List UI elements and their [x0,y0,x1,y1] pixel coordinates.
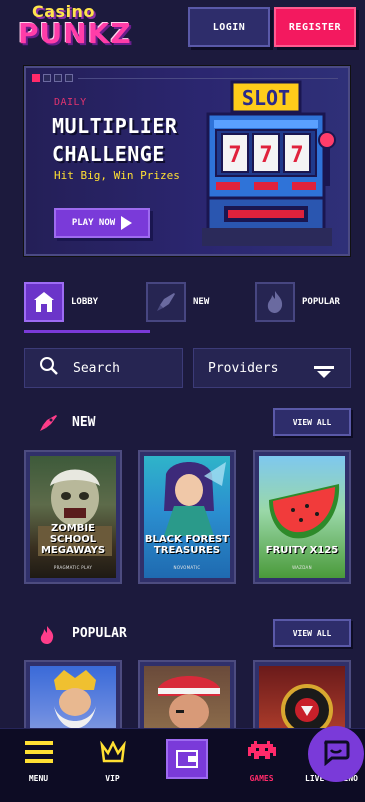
hamburger-menu-icon [24,741,53,767]
banner-title-line2: CHALLENGE [52,142,165,166]
new-view-all-button[interactable]: VIEW ALL [273,408,351,436]
nav-menu[interactable]: MENU [2,729,75,802]
fire-icon [255,282,295,322]
login-button[interactable]: LOGIN [188,7,270,47]
tab-new[interactable]: NEW [146,282,209,322]
slot-reel-1: 7 [228,143,241,168]
chat-icon [322,738,350,770]
nav-menu-label: MENU [28,774,49,783]
providers-label: Providers [208,360,279,376]
nav-games-label: GAMES [249,774,274,783]
rocket-icon [146,282,186,322]
tab-popular-label: POPULAR [302,297,340,307]
casino-punkz-logo[interactable]: Casino PUNKZ [18,2,131,52]
game-thumbnail: FRUITY X125 WAZDAN [259,456,345,578]
nav-vip-label: VIP [105,774,120,783]
nav-wallet[interactable] [150,729,223,802]
crown-icon [99,740,126,769]
tab-lobby[interactable]: LOBBY [24,282,98,322]
popular-view-all-button[interactable]: VIEW ALL [273,619,351,647]
banner-kicker: DAILY [54,97,87,108]
wallet-icon [165,739,208,783]
search-placeholder: Search [73,360,120,376]
search-icon [39,356,59,380]
search-input[interactable]: Search [24,348,183,388]
banner-title: MULTIPLIER CHALLENGE [52,112,177,168]
game-provider: NOVOMATIC [173,565,201,570]
game-title-line2: MEGAWAYS [40,545,106,556]
nav-games[interactable]: GAMES [225,729,298,802]
game-title: FRUITY X125 [259,545,345,556]
slot-reel-2: 7 [259,143,272,168]
new-section-header: NEW VIEW ALL [0,408,365,438]
play-now-button[interactable]: PLAY NOW [54,208,150,238]
register-button[interactable]: REGISTER [274,7,356,47]
game-title: ZOMBIE SCHOOL MEGAWAYS [30,523,116,556]
game-provider: PRAGMATIC PLAY [53,565,93,570]
game-card[interactable]: ZOMBIE SCHOOL MEGAWAYS PRAGMATIC PLAY [24,450,122,584]
carousel-dot-3[interactable] [54,74,62,82]
popular-section-header: POPULAR VIEW ALL [0,619,365,649]
game-card[interactable]: FRUITY X125 WAZDAN [253,450,351,584]
game-provider: WAZDAN [292,565,312,570]
game-title-line1: ZOMBIE SCHOOL [49,523,97,545]
game-card[interactable]: BLACK FOREST TREASURES NOVOMATIC [138,450,236,584]
tab-popular[interactable]: POPULAR [255,282,340,322]
tab-new-label: NEW [193,297,210,307]
rocket-icon [38,414,58,436]
carousel-dot-1[interactable] [32,74,40,82]
game-title-line1: BLACK FOREST [144,534,230,545]
filter-icon [314,363,334,382]
carousel-indicators [32,74,73,82]
game-title-line2: TREASURES [153,545,221,556]
live-chat-button[interactable] [308,726,364,782]
fire-icon [38,625,56,649]
game-title: BLACK FOREST TREASURES [144,534,230,556]
space-invader-icon [247,741,276,767]
banner-subtitle: Hit Big, Win Prizes [54,169,180,182]
game-thumbnail: ZOMBIE SCHOOL MEGAWAYS PRAGMATIC PLAY [30,456,116,578]
active-tab-indicator [24,330,150,333]
carousel-dot-2[interactable] [43,74,51,82]
slot-reel-3: 7 [290,143,303,168]
header: Casino PUNKZ LOGIN REGISTER [0,0,365,58]
slot-sign-text: SLOT [242,86,290,110]
slot-machine-illustration: SLOT 7 7 7 [202,78,342,250]
banner-title-line1: MULTIPLIER [52,114,178,138]
tab-lobby-label: LOBBY [71,297,99,307]
play-icon [121,216,133,230]
carousel-dot-4[interactable] [65,74,73,82]
nav-vip[interactable]: VIP [76,729,149,802]
play-now-label: PLAY NOW [71,218,116,228]
popular-section-title: POPULAR [72,626,127,641]
logo-punkz-text: PUNKZ [18,17,132,50]
new-section-title: NEW [72,415,96,430]
promo-banner[interactable]: DAILY MULTIPLIER CHALLENGE Hit Big, Win … [24,66,350,256]
game-thumbnail: BLACK FOREST TREASURES NOVOMATIC [144,456,230,578]
castle-icon [24,282,64,322]
providers-dropdown[interactable]: Providers [193,348,351,388]
game-title-line1: FRUITY X125 [265,545,339,556]
